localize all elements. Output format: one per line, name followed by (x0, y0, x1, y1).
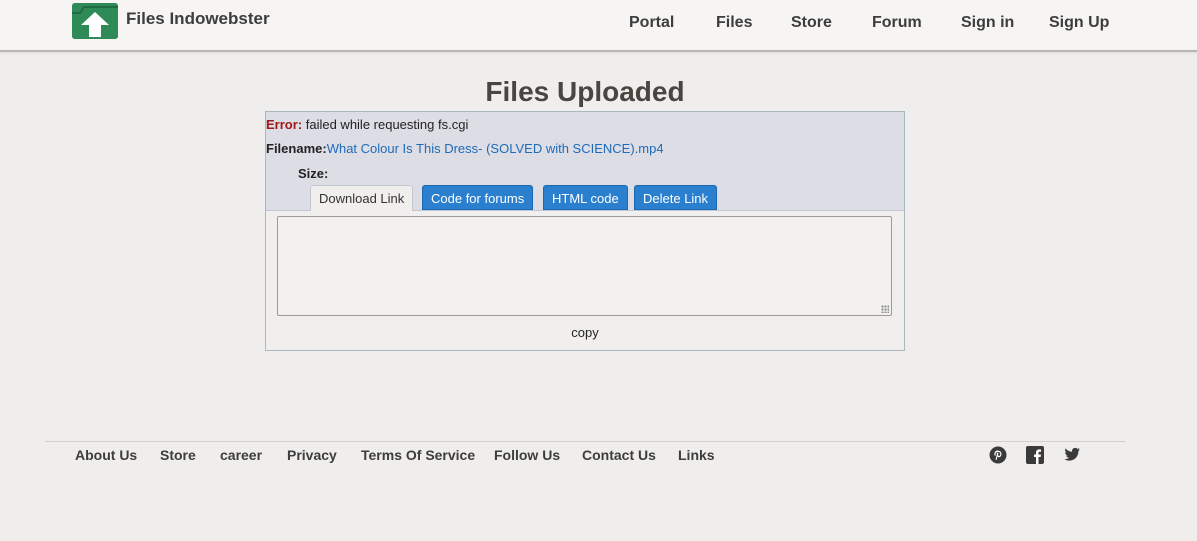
tab-html-code[interactable]: HTML code (543, 185, 628, 210)
main-nav: Portal Files Store Forum Sign in Sign Up (0, 14, 1197, 34)
size-line: Size: (298, 166, 328, 181)
footer-about-us[interactable]: About Us (75, 447, 137, 463)
facebook-icon[interactable] (1026, 446, 1044, 464)
footer-store[interactable]: Store (160, 447, 196, 463)
nav-store[interactable]: Store (791, 14, 832, 32)
site-header: Files Indowebster Portal Files Store For… (0, 0, 1197, 52)
error-line: Error: failed while requesting fs.cgi (266, 117, 468, 132)
size-label: Size: (298, 166, 329, 181)
link-textarea[interactable] (277, 216, 892, 316)
footer-divider (45, 441, 1125, 442)
twitter-icon[interactable] (1063, 446, 1081, 464)
filename-label: Filename: (266, 141, 327, 156)
pinterest-icon[interactable] (989, 446, 1007, 464)
page-title: Files Uploaded (485, 76, 685, 107)
nav-portal[interactable]: Portal (629, 14, 674, 32)
footer-career[interactable]: career (220, 447, 262, 463)
error-label: Error: (266, 117, 303, 132)
filename-line: Filename:What Colour Is This Dress- (SOL… (266, 141, 664, 156)
footer-contact-us[interactable]: Contact Us (582, 447, 656, 463)
footer-terms-of-service[interactable]: Terms Of Service (361, 447, 475, 463)
tab-delete-link[interactable]: Delete Link (634, 185, 718, 210)
nav-forum[interactable]: Forum (872, 14, 922, 32)
nav-sign-up[interactable]: Sign Up (1049, 14, 1109, 32)
resize-grip-icon[interactable] (881, 305, 889, 313)
tab-download-link[interactable]: Download Link (310, 185, 414, 211)
tab-code-for-forums[interactable]: Code for forums (422, 185, 534, 210)
footer-links[interactable]: Links (678, 447, 715, 463)
error-message: failed while requesting fs.cgi (302, 117, 469, 132)
filename-link[interactable]: What Colour Is This Dress- (SOLVED with … (327, 141, 664, 156)
nav-sign-in[interactable]: Sign in (961, 14, 1014, 32)
footer-privacy[interactable]: Privacy (287, 447, 337, 463)
footer-follow-us[interactable]: Follow Us (494, 447, 560, 463)
upload-result-panel: Error: failed while requesting fs.cgi Fi… (265, 111, 905, 351)
copy-button[interactable]: copy (266, 325, 904, 340)
nav-files[interactable]: Files (716, 14, 752, 32)
